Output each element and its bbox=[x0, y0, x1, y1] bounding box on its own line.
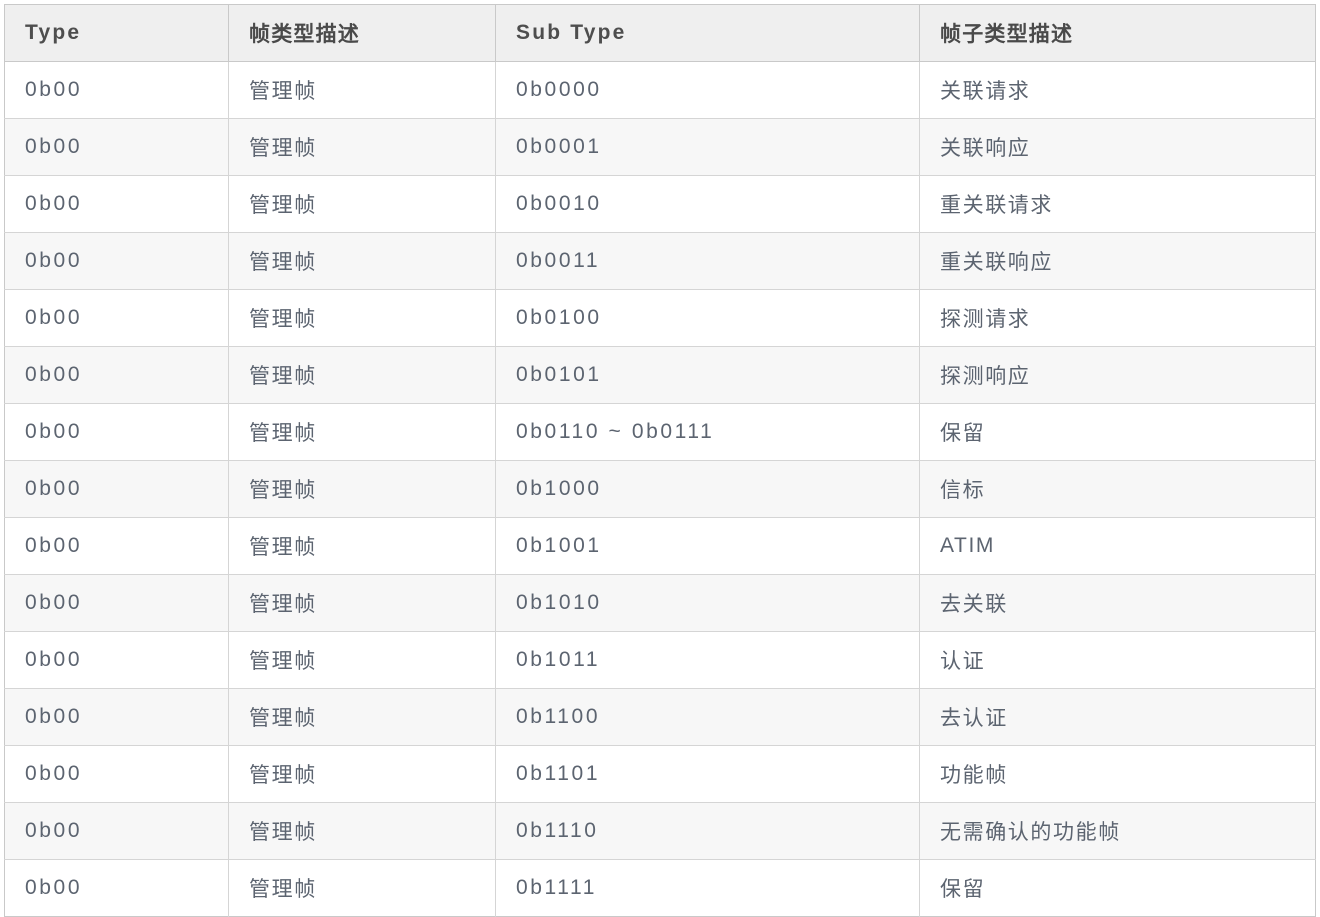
cell-frame-type-description: 管理帧 bbox=[228, 859, 496, 917]
table-row: 0b00 管理帧 0b1011 认证 bbox=[4, 631, 1316, 689]
table-body: 0b00 管理帧 0b0000 关联请求 0b00 管理帧 0b0001 关联响应 0b00 管理… bbox=[4, 61, 1316, 917]
cell-sub-type: 0b0010 bbox=[495, 175, 920, 233]
cell-frame-subtype-description: 重关联响应 bbox=[919, 232, 1316, 290]
table-header-row: Type 帧类型描述 Sub Type 帧子类型描述 bbox=[4, 4, 1316, 62]
column-header-sub-type: Sub Type bbox=[495, 4, 920, 62]
cell-type: 0b00 bbox=[4, 118, 229, 176]
column-header-frame-type-description: 帧类型描述 bbox=[228, 4, 496, 62]
table-row: 0b00 管理帧 0b0000 关联请求 bbox=[4, 61, 1316, 119]
column-header-type: Type bbox=[4, 4, 229, 62]
cell-frame-subtype-description: ATIM bbox=[919, 517, 1316, 575]
table-row: 0b00 管理帧 0b1000 信标 bbox=[4, 460, 1316, 518]
cell-sub-type: 0b1000 bbox=[495, 460, 920, 518]
cell-frame-subtype-description: 功能帧 bbox=[919, 745, 1316, 803]
table-container: Type 帧类型描述 Sub Type 帧子类型描述 0b00 管理帧 0b0000… bbox=[0, 0, 1320, 917]
cell-sub-type: 0b1100 bbox=[495, 688, 920, 746]
cell-frame-type-description: 管理帧 bbox=[228, 688, 496, 746]
cell-frame-type-description: 管理帧 bbox=[228, 118, 496, 176]
table-row: 0b00 管理帧 0b0100 探测请求 bbox=[4, 289, 1316, 347]
cell-frame-type-description: 管理帧 bbox=[228, 517, 496, 575]
cell-sub-type: 0b1011 bbox=[495, 631, 920, 689]
table-row: 0b00 管理帧 0b1001 ATIM bbox=[4, 517, 1316, 575]
table-row: 0b00 管理帧 0b0110 ~ 0b0111 保留 bbox=[4, 403, 1316, 461]
cell-frame-subtype-description: 探测响应 bbox=[919, 346, 1316, 404]
cell-frame-subtype-description: 去认证 bbox=[919, 688, 1316, 746]
table-row: 0b00 管理帧 0b0101 探测响应 bbox=[4, 346, 1316, 404]
cell-sub-type: 0b0101 bbox=[495, 346, 920, 404]
cell-type: 0b00 bbox=[4, 574, 229, 632]
cell-type: 0b00 bbox=[4, 403, 229, 461]
cell-sub-type: 0b0110 ~ 0b0111 bbox=[495, 403, 920, 461]
cell-frame-type-description: 管理帧 bbox=[228, 460, 496, 518]
cell-frame-type-description: 管理帧 bbox=[228, 574, 496, 632]
cell-frame-subtype-description: 关联请求 bbox=[919, 61, 1316, 119]
cell-sub-type: 0b0000 bbox=[495, 61, 920, 119]
cell-sub-type: 0b1101 bbox=[495, 745, 920, 803]
cell-type: 0b00 bbox=[4, 61, 229, 119]
cell-frame-type-description: 管理帧 bbox=[228, 232, 496, 290]
cell-sub-type: 0b0011 bbox=[495, 232, 920, 290]
cell-frame-type-description: 管理帧 bbox=[228, 61, 496, 119]
cell-frame-subtype-description: 探测请求 bbox=[919, 289, 1316, 347]
table-row: 0b00 管理帧 0b1010 去关联 bbox=[4, 574, 1316, 632]
table-row: 0b00 管理帧 0b0001 关联响应 bbox=[4, 118, 1316, 176]
cell-type: 0b00 bbox=[4, 175, 229, 233]
column-header-frame-subtype-description: 帧子类型描述 bbox=[919, 4, 1316, 62]
cell-type: 0b00 bbox=[4, 688, 229, 746]
cell-frame-type-description: 管理帧 bbox=[228, 802, 496, 860]
cell-frame-subtype-description: 无需确认的功能帧 bbox=[919, 802, 1316, 860]
cell-frame-type-description: 管理帧 bbox=[228, 175, 496, 233]
table-row: 0b00 管理帧 0b0011 重关联响应 bbox=[4, 232, 1316, 290]
cell-sub-type: 0b0100 bbox=[495, 289, 920, 347]
table-row: 0b00 管理帧 0b1111 保留 bbox=[4, 859, 1316, 917]
cell-sub-type: 0b1001 bbox=[495, 517, 920, 575]
table-row: 0b00 管理帧 0b0010 重关联请求 bbox=[4, 175, 1316, 233]
cell-frame-subtype-description: 去关联 bbox=[919, 574, 1316, 632]
cell-type: 0b00 bbox=[4, 859, 229, 917]
cell-frame-type-description: 管理帧 bbox=[228, 346, 496, 404]
cell-type: 0b00 bbox=[4, 289, 229, 347]
cell-frame-type-description: 管理帧 bbox=[228, 631, 496, 689]
table-row: 0b00 管理帧 0b1110 无需确认的功能帧 bbox=[4, 802, 1316, 860]
cell-frame-type-description: 管理帧 bbox=[228, 403, 496, 461]
cell-type: 0b00 bbox=[4, 346, 229, 404]
cell-frame-type-description: 管理帧 bbox=[228, 745, 496, 803]
cell-type: 0b00 bbox=[4, 631, 229, 689]
cell-frame-subtype-description: 保留 bbox=[919, 859, 1316, 917]
cell-frame-subtype-description: 保留 bbox=[919, 403, 1316, 461]
cell-sub-type: 0b1111 bbox=[495, 859, 920, 917]
cell-frame-subtype-description: 认证 bbox=[919, 631, 1316, 689]
cell-type: 0b00 bbox=[4, 517, 229, 575]
cell-type: 0b00 bbox=[4, 460, 229, 518]
cell-type: 0b00 bbox=[4, 745, 229, 803]
frame-type-table: Type 帧类型描述 Sub Type 帧子类型描述 0b00 管理帧 0b0000… bbox=[4, 4, 1316, 917]
table-row: 0b00 管理帧 0b1101 功能帧 bbox=[4, 745, 1316, 803]
cell-type: 0b00 bbox=[4, 802, 229, 860]
table-header: Type 帧类型描述 Sub Type 帧子类型描述 bbox=[4, 4, 1316, 62]
table-row: 0b00 管理帧 0b1100 去认证 bbox=[4, 688, 1316, 746]
cell-frame-subtype-description: 重关联请求 bbox=[919, 175, 1316, 233]
cell-type: 0b00 bbox=[4, 232, 229, 290]
cell-frame-type-description: 管理帧 bbox=[228, 289, 496, 347]
cell-sub-type: 0b1010 bbox=[495, 574, 920, 632]
cell-frame-subtype-description: 关联响应 bbox=[919, 118, 1316, 176]
cell-sub-type: 0b1110 bbox=[495, 802, 920, 860]
cell-frame-subtype-description: 信标 bbox=[919, 460, 1316, 518]
cell-sub-type: 0b0001 bbox=[495, 118, 920, 176]
